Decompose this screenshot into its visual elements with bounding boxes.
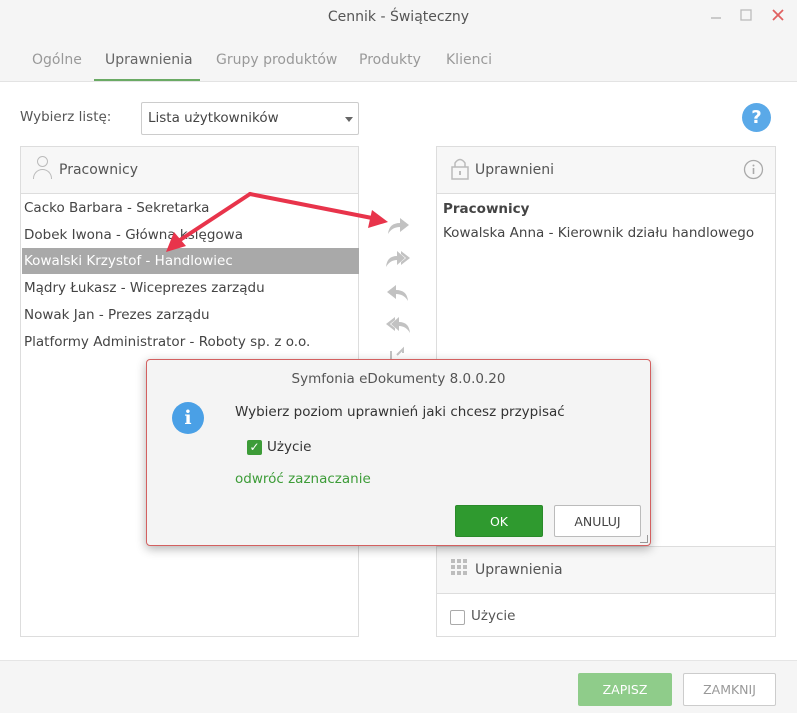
dialog-message: Wybierz poziom uprawnień jaki chcesz prz… xyxy=(235,404,565,420)
tab-uprawnienia[interactable]: Uprawnienia xyxy=(105,52,193,68)
authorized-panel-header: Uprawnieni xyxy=(437,147,775,194)
dialog-usage-label: Użycie xyxy=(267,439,312,455)
footer-bar: ZAPISZ ZAMKNIJ xyxy=(0,660,797,713)
move-all-left-button[interactable] xyxy=(383,313,413,337)
list-item[interactable]: Mądry Łukasz - Wiceprezes zarządu xyxy=(22,275,359,301)
info-icon: i xyxy=(172,402,204,434)
help-button[interactable]: ? xyxy=(742,103,771,132)
list-selector-label: Wybierz listę: xyxy=(20,109,112,125)
share-right-icon xyxy=(388,218,409,234)
active-tab-indicator xyxy=(94,79,200,81)
dialog-usage-checkbox[interactable]: ✓ xyxy=(247,440,262,455)
move-right-button[interactable] xyxy=(383,214,413,238)
list-selector-value: Lista użytkowników xyxy=(148,110,279,126)
move-all-right-button[interactable] xyxy=(383,247,413,271)
resize-grip-icon[interactable] xyxy=(640,535,648,543)
chevron-down-icon xyxy=(345,117,353,122)
permissions-panel-title: Uprawnienia xyxy=(475,562,563,578)
close-window-button[interactable] xyxy=(767,6,789,26)
tab-ogolne[interactable]: Ogólne xyxy=(32,52,82,68)
list-item[interactable]: Dobek Iwona - Główna księgowa xyxy=(22,222,359,248)
maximize-icon xyxy=(740,9,752,21)
list-item-selected[interactable]: Kowalski Krzystof - Handlowiec xyxy=(22,248,359,274)
window-title: Cennik - Świąteczny xyxy=(327,9,470,25)
reply-all-icon xyxy=(386,317,410,333)
list-selector-dropdown[interactable]: Lista użytkowników xyxy=(141,102,359,135)
tab-grupy-produktow[interactable]: Grupy produktów xyxy=(216,52,337,68)
question-mark-icon: ? xyxy=(751,107,762,128)
usage-checkbox-row: Użycie xyxy=(437,595,775,637)
authorized-panel-title: Uprawnieni xyxy=(475,162,555,178)
tab-klienci[interactable]: Klienci xyxy=(446,52,492,68)
close-icon xyxy=(772,9,784,21)
list-item[interactable]: Cacko Barbara - Sekretarka xyxy=(22,195,359,221)
employees-panel-title: Pracownicy xyxy=(59,162,138,178)
employees-panel-header: Pracownicy xyxy=(21,147,358,194)
permissions-panel: Uprawnienia Użycie xyxy=(436,546,776,637)
share-all-right-icon xyxy=(386,251,410,267)
grid-icon xyxy=(451,559,469,577)
list-item[interactable]: Platformy Administrator - Roboty sp. z o… xyxy=(22,329,359,355)
authorized-item[interactable]: Kowalska Anna - Kierownik działu handlow… xyxy=(443,225,754,241)
tab-bar: Ogólne Uprawnienia Grupy produktów Produ… xyxy=(0,36,797,82)
permissions-panel-header: Uprawnienia xyxy=(437,547,775,594)
title-bar: Cennik - Świąteczny xyxy=(0,0,797,36)
checkmark-icon: ✓ xyxy=(249,440,260,454)
ok-button[interactable]: OK xyxy=(455,505,543,537)
authorized-group-label: Pracownicy xyxy=(443,201,530,217)
permission-level-dialog: Symfonia eDokumenty 8.0.0.20 i Wybierz p… xyxy=(146,359,651,546)
list-item[interactable]: Nowak Jan - Prezes zarządu xyxy=(22,302,359,328)
invert-selection-link[interactable]: odwróć zaznaczanie xyxy=(235,471,371,487)
lock-icon xyxy=(451,158,469,180)
close-button[interactable]: ZAMKNIJ xyxy=(683,673,776,706)
info-outline-icon[interactable] xyxy=(743,159,764,180)
usage-checkbox[interactable] xyxy=(450,610,465,625)
usage-checkbox-label: Użycie xyxy=(471,608,516,624)
tab-produkty[interactable]: Produkty xyxy=(359,52,421,68)
cancel-button[interactable]: ANULUJ xyxy=(554,505,641,537)
user-icon xyxy=(33,156,53,180)
dialog-title: Symfonia eDokumenty 8.0.0.20 xyxy=(291,371,506,387)
reply-icon xyxy=(387,285,408,301)
move-left-button[interactable] xyxy=(383,281,413,305)
minimize-button[interactable] xyxy=(705,6,727,26)
save-button[interactable]: ZAPISZ xyxy=(578,673,672,706)
maximize-button[interactable] xyxy=(735,6,757,26)
minimize-icon xyxy=(711,17,721,19)
